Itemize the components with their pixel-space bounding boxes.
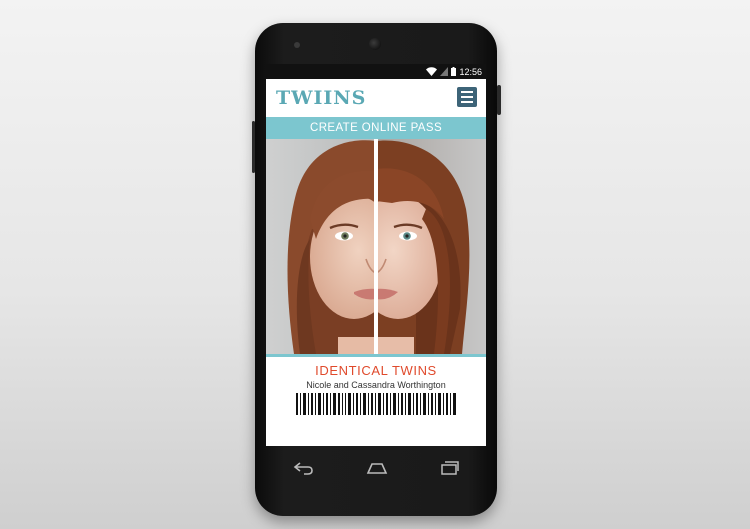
pass-names: Nicole and Cassandra Worthington [306,380,446,390]
front-camera [369,38,381,50]
app-logo[interactable]: TWIINS [276,87,366,109]
phone-volume-button [252,121,255,173]
menu-button[interactable] [457,87,477,107]
phone-device: 12:56 TWIINS CREATE ONLINE PASS IDENTICA… [252,23,501,516]
home-icon[interactable] [366,462,388,474]
twins-photo [266,139,486,354]
hamburger-menu-icon [461,91,473,93]
signal-icon [440,67,449,76]
phone-side-button [497,85,501,115]
wifi-icon [426,67,438,76]
system-nav-bar [266,449,486,487]
pass-title: IDENTICAL TWINS [315,363,437,378]
status-time: 12:56 [459,66,482,77]
speaker-grill [294,42,300,48]
pass-info: IDENTICAL TWINS Nicole and Cassandra Wor… [266,357,486,446]
back-icon[interactable] [292,461,314,475]
status-bar: 12:56 [266,64,486,79]
barcode [296,393,456,415]
recents-icon[interactable] [440,461,460,475]
phone-screen: 12:56 TWIINS CREATE ONLINE PASS IDENTICA… [266,64,486,446]
create-online-pass-button[interactable]: CREATE ONLINE PASS [266,117,486,139]
app-bar: TWIINS [266,79,486,117]
battery-icon [451,67,457,76]
